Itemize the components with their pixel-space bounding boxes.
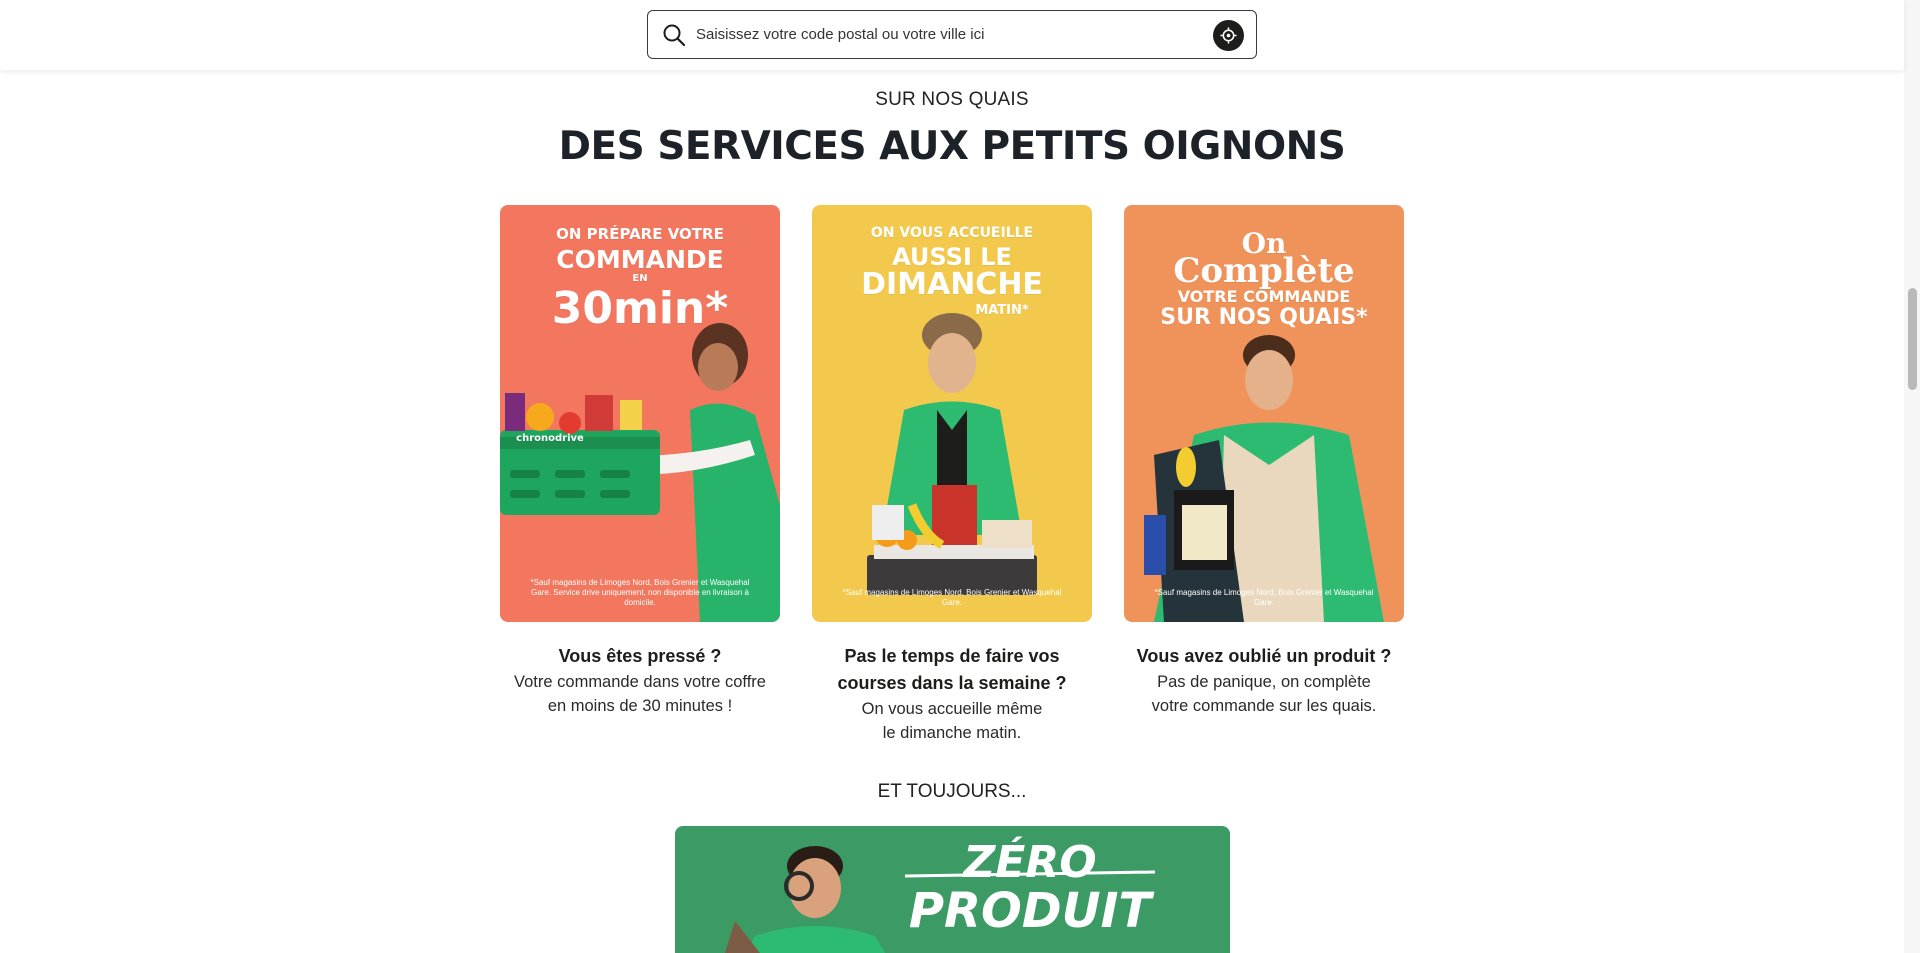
poster-line-4: SUR NOS QUAIS* xyxy=(1160,305,1368,330)
section-title: DES SERVICES AUX PETITS OIGNONS xyxy=(558,124,1346,169)
search-input[interactable] xyxy=(696,19,1196,50)
zero-produit-banner: ZÉRO PRODUIT xyxy=(675,826,1230,953)
card-image-commande-30min: ON PRÉPARE VOTRE COMMANDE EN 30min* chro… xyxy=(500,205,780,622)
card-image-completer-commande: On Complète VOTRE COMMANDE SUR NOS QUAIS… xyxy=(1124,205,1404,622)
poster-line-4: 30min* xyxy=(551,283,729,334)
search-icon xyxy=(663,24,686,46)
poster-fine-print: *Sauf magasins de Limoges Nord, Bois Gre… xyxy=(842,588,1062,607)
poster-line-1: ON PRÉPARE VOTRE xyxy=(556,225,724,243)
poster-fine-print: *Sauf magasins de Limoges Nord, Bois Gre… xyxy=(1154,588,1374,607)
poster-line-2: Complète xyxy=(1173,251,1355,291)
poster-brand: chronodrive xyxy=(516,433,584,444)
top-bar xyxy=(0,0,1904,70)
card-image-dimanche-matin: ON VOUS ACCUEILLE AUSSI LE DIMANCHE MATI… xyxy=(812,205,1092,622)
card-text-1: Vous êtes pressé ? Votre commande dans v… xyxy=(490,643,790,718)
card-title: Vous avez oublié un produit ? xyxy=(1136,646,1392,666)
card-description: Votre commande dans votre coffre en moin… xyxy=(514,673,766,715)
poster-line-4: MATIN* xyxy=(975,303,1029,318)
card-title: Vous êtes pressé ? xyxy=(558,646,722,666)
locate-button[interactable] xyxy=(1213,20,1244,51)
banner-line-2: PRODUIT xyxy=(908,883,1152,939)
banner-line-1: ZÉRO xyxy=(963,837,1097,888)
card-title: Pas le temps de faire vos courses dans l… xyxy=(837,646,1067,693)
search-box[interactable] xyxy=(647,10,1257,59)
poster-line-3: VOTRE COMMANDE xyxy=(1177,287,1351,306)
poster-line-2: COMMANDE xyxy=(556,245,724,274)
scrollbar-thumb[interactable] xyxy=(1908,288,1917,390)
et-toujours-label: ET TOUJOURS... xyxy=(877,781,1027,802)
poster-fine-print: *Sauf magasins de Limoges Nord, Bois Gre… xyxy=(530,578,750,607)
location-target-icon xyxy=(1220,27,1237,44)
card-text-2: Pas le temps de faire vos courses dans l… xyxy=(802,643,1102,745)
poster-line-1: ON VOUS ACCUEILLE xyxy=(870,225,1034,241)
section-eyebrow: SUR NOS QUAIS xyxy=(875,89,1029,110)
scrollbar[interactable] xyxy=(1904,0,1920,953)
card-description: Pas de panique, on complète votre comman… xyxy=(1151,673,1377,715)
card-description: On vous accueille même le dimanche matin… xyxy=(861,700,1043,742)
card-text-3: Vous avez oublié un produit ? Pas de pan… xyxy=(1114,643,1414,718)
poster-line-3: DIMANCHE xyxy=(861,267,1043,302)
